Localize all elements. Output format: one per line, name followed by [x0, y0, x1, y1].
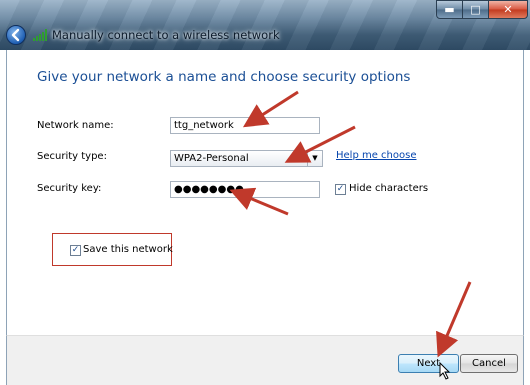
close-icon: ✕	[503, 3, 513, 16]
help-me-choose-link[interactable]: Help me choose	[336, 150, 416, 161]
maximize-icon: □	[470, 3, 481, 16]
chevron-down-icon[interactable]: ▼	[307, 151, 322, 166]
page-title: Give your network a name and choose secu…	[37, 69, 411, 85]
back-arrow-icon	[11, 28, 20, 42]
content-panel: Give your network a name and choose secu…	[6, 50, 524, 335]
window-title: Manually connect to a wireless network	[52, 28, 280, 42]
hide-characters-checkbox[interactable]: ✓	[335, 184, 346, 195]
hide-characters-label: Hide characters	[349, 183, 429, 194]
network-name-input[interactable]: ttg_network	[170, 117, 320, 134]
minimize-icon: ▬	[444, 3, 455, 16]
cancel-button[interactable]: Cancel	[460, 354, 518, 373]
mouse-pointer-icon	[439, 362, 451, 380]
wireless-setup-window: ▬ □ ✕ Manually connect to a wireless net…	[0, 0, 530, 385]
wireless-signal-icon	[33, 29, 47, 41]
back-button[interactable]	[6, 25, 26, 45]
security-type-select[interactable]: WPA2-Personal ▼	[170, 150, 323, 167]
security-type-label: Security type:	[37, 151, 107, 162]
security-key-label: Security key:	[37, 183, 102, 194]
security-type-value: WPA2-Personal	[174, 153, 249, 164]
network-name-label: Network name:	[37, 120, 114, 131]
close-button[interactable]: ✕	[488, 0, 528, 19]
save-network-label: Save this network	[83, 244, 173, 255]
security-key-input[interactable]: ●●●●●●●●	[170, 181, 320, 198]
minimize-button[interactable]: ▬	[436, 0, 463, 19]
maximize-button[interactable]: □	[462, 0, 489, 19]
save-network-checkbox[interactable]: ✓	[70, 245, 81, 256]
